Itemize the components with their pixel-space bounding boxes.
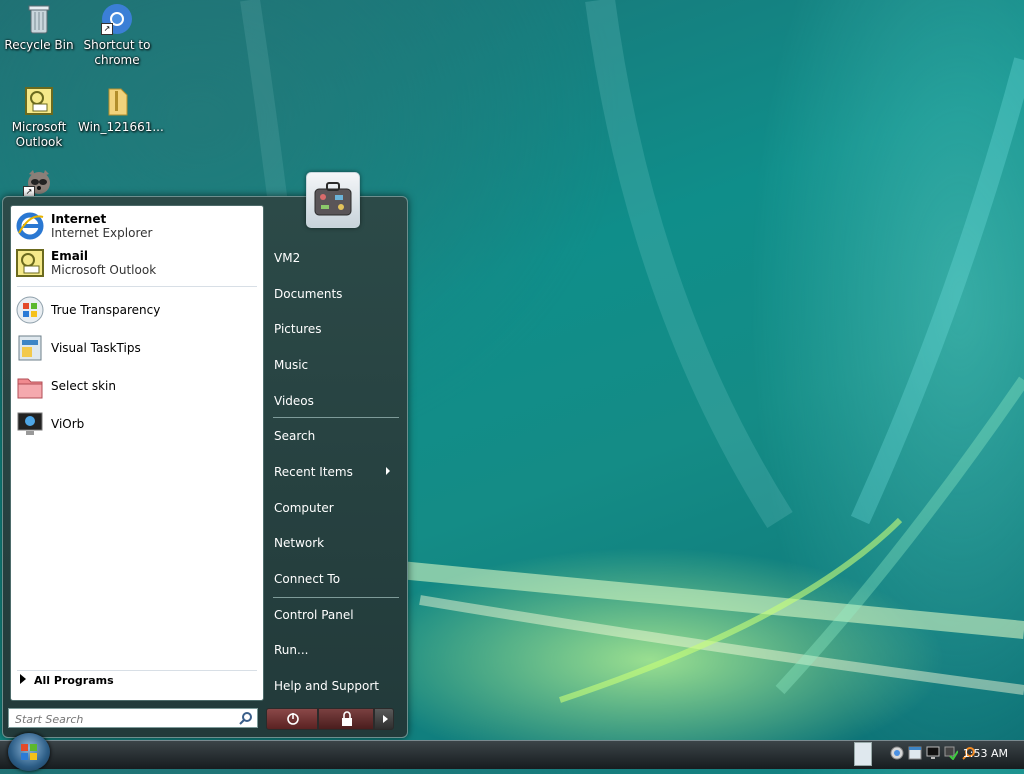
desktop-icon-chrome-shortcut[interactable]: ↗ Shortcut to chrome: [78, 3, 156, 68]
recent-item-true-transparency[interactable]: True Transparency: [15, 292, 259, 328]
desktop-toolbar-icon[interactable]: [854, 742, 872, 766]
start-menu-connect-to[interactable]: Connect To: [274, 572, 340, 586]
recent-item-label: Visual TaskTips: [51, 341, 141, 355]
start-menu-run[interactable]: Run...: [274, 643, 308, 657]
internet-explorer-icon: [15, 211, 45, 241]
skin-icon: [15, 371, 45, 401]
desktop-icon-outlook[interactable]: Microsoft Outlook: [0, 85, 78, 150]
arrow-right-icon: [383, 715, 388, 723]
start-menu-documents[interactable]: Documents: [274, 287, 342, 301]
recent-item-select-skin[interactable]: Select skin: [15, 368, 259, 404]
system-tray: 1:53 AM: [854, 740, 1024, 768]
lock-button[interactable]: [318, 708, 374, 730]
desktop-icon-label: Win_121661...: [78, 120, 164, 134]
right-separator-2: [273, 597, 399, 598]
start-menu-programs-pane: Internet Internet Explorer Email Microsoft…: [10, 205, 264, 701]
tasktips-icon: [15, 333, 45, 363]
pinned-item-title: Email: [51, 249, 89, 263]
power-controls: [266, 708, 394, 730]
recent-items-label: Recent Items: [274, 465, 353, 479]
power-button[interactable]: [266, 708, 318, 730]
recent-item-viorb[interactable]: ViOrb: [15, 406, 259, 442]
all-programs-separator: [17, 670, 257, 671]
start-menu-computer[interactable]: Computer: [274, 501, 334, 515]
desktop-icon-recycle-bin[interactable]: Recycle Bin: [0, 3, 78, 53]
desktop-icon-label: Shortcut to chrome: [83, 38, 151, 67]
start-button[interactable]: [8, 733, 50, 771]
start-search-box[interactable]: [8, 708, 258, 728]
start-menu-recent-items[interactable]: Recent Items: [274, 465, 390, 479]
recent-item-label: Select skin: [51, 379, 116, 393]
start-menu-search[interactable]: Search: [274, 429, 315, 443]
pinned-item-title: Internet: [51, 212, 107, 226]
start-menu-pictures[interactable]: Pictures: [274, 322, 322, 336]
window-tray-icon[interactable]: [908, 746, 922, 760]
start-menu-videos[interactable]: Videos: [274, 394, 314, 408]
chrome-icon: ↗: [101, 3, 133, 35]
start-menu-vm2[interactable]: VM2: [274, 251, 300, 265]
security-shield-icon[interactable]: [944, 746, 959, 761]
windows-flag-icon: [15, 295, 45, 325]
zip-folder-icon: [101, 85, 133, 117]
desktop-icon-label: Microsoft Outlook: [11, 120, 67, 149]
recent-item-visual-tasktips[interactable]: Visual TaskTips: [15, 330, 259, 366]
recent-item-label: True Transparency: [51, 303, 161, 317]
start-menu-music[interactable]: Music: [274, 358, 308, 372]
shortcut-arrow-icon: ↗: [101, 23, 113, 35]
windows-logo-icon: [21, 744, 37, 760]
desktop-icon-label: Recycle Bin: [4, 38, 74, 52]
all-programs-button[interactable]: All Programs: [8, 674, 114, 687]
pinned-item-email[interactable]: Email Microsoft Outlook: [15, 245, 259, 281]
monitor-icon: [15, 409, 45, 439]
submenu-arrow-icon: [386, 467, 390, 475]
pinned-item-subtitle: Internet Explorer: [51, 226, 153, 240]
start-search-input[interactable]: [13, 710, 237, 728]
power-icon: [287, 713, 299, 725]
user-picture[interactable]: [306, 172, 360, 228]
lock-icon: [342, 711, 352, 726]
start-menu-control-panel[interactable]: Control Panel: [274, 608, 354, 622]
search-icon[interactable]: [239, 711, 253, 728]
start-menu-network[interactable]: Network: [274, 536, 324, 550]
outlook-icon: [15, 248, 45, 278]
all-programs-label: All Programs: [34, 674, 114, 687]
recent-item-label: ViOrb: [51, 417, 85, 431]
right-separator-1: [273, 417, 399, 418]
pinned-separator: [17, 286, 257, 287]
pinned-item-subtitle: Microsoft Outlook: [51, 263, 157, 277]
raccoon-app-icon: ↗: [23, 166, 55, 198]
pinned-item-internet[interactable]: Internet Internet Explorer: [15, 208, 259, 244]
suitcase-icon: [314, 182, 352, 216]
outlook-icon: [23, 85, 55, 117]
taskbar-clock[interactable]: 1:53 AM: [963, 747, 1008, 760]
recycle-bin-icon: [23, 3, 55, 35]
desktop-icon-zip-folder[interactable]: Win_121661...: [78, 85, 164, 135]
chrome-tray-icon[interactable]: [890, 746, 904, 760]
shutdown-options-button[interactable]: [374, 708, 394, 730]
arrow-right-icon: [20, 674, 26, 684]
start-menu-help-support[interactable]: Help and Support: [274, 679, 379, 693]
monitor-tray-icon[interactable]: [926, 746, 940, 760]
